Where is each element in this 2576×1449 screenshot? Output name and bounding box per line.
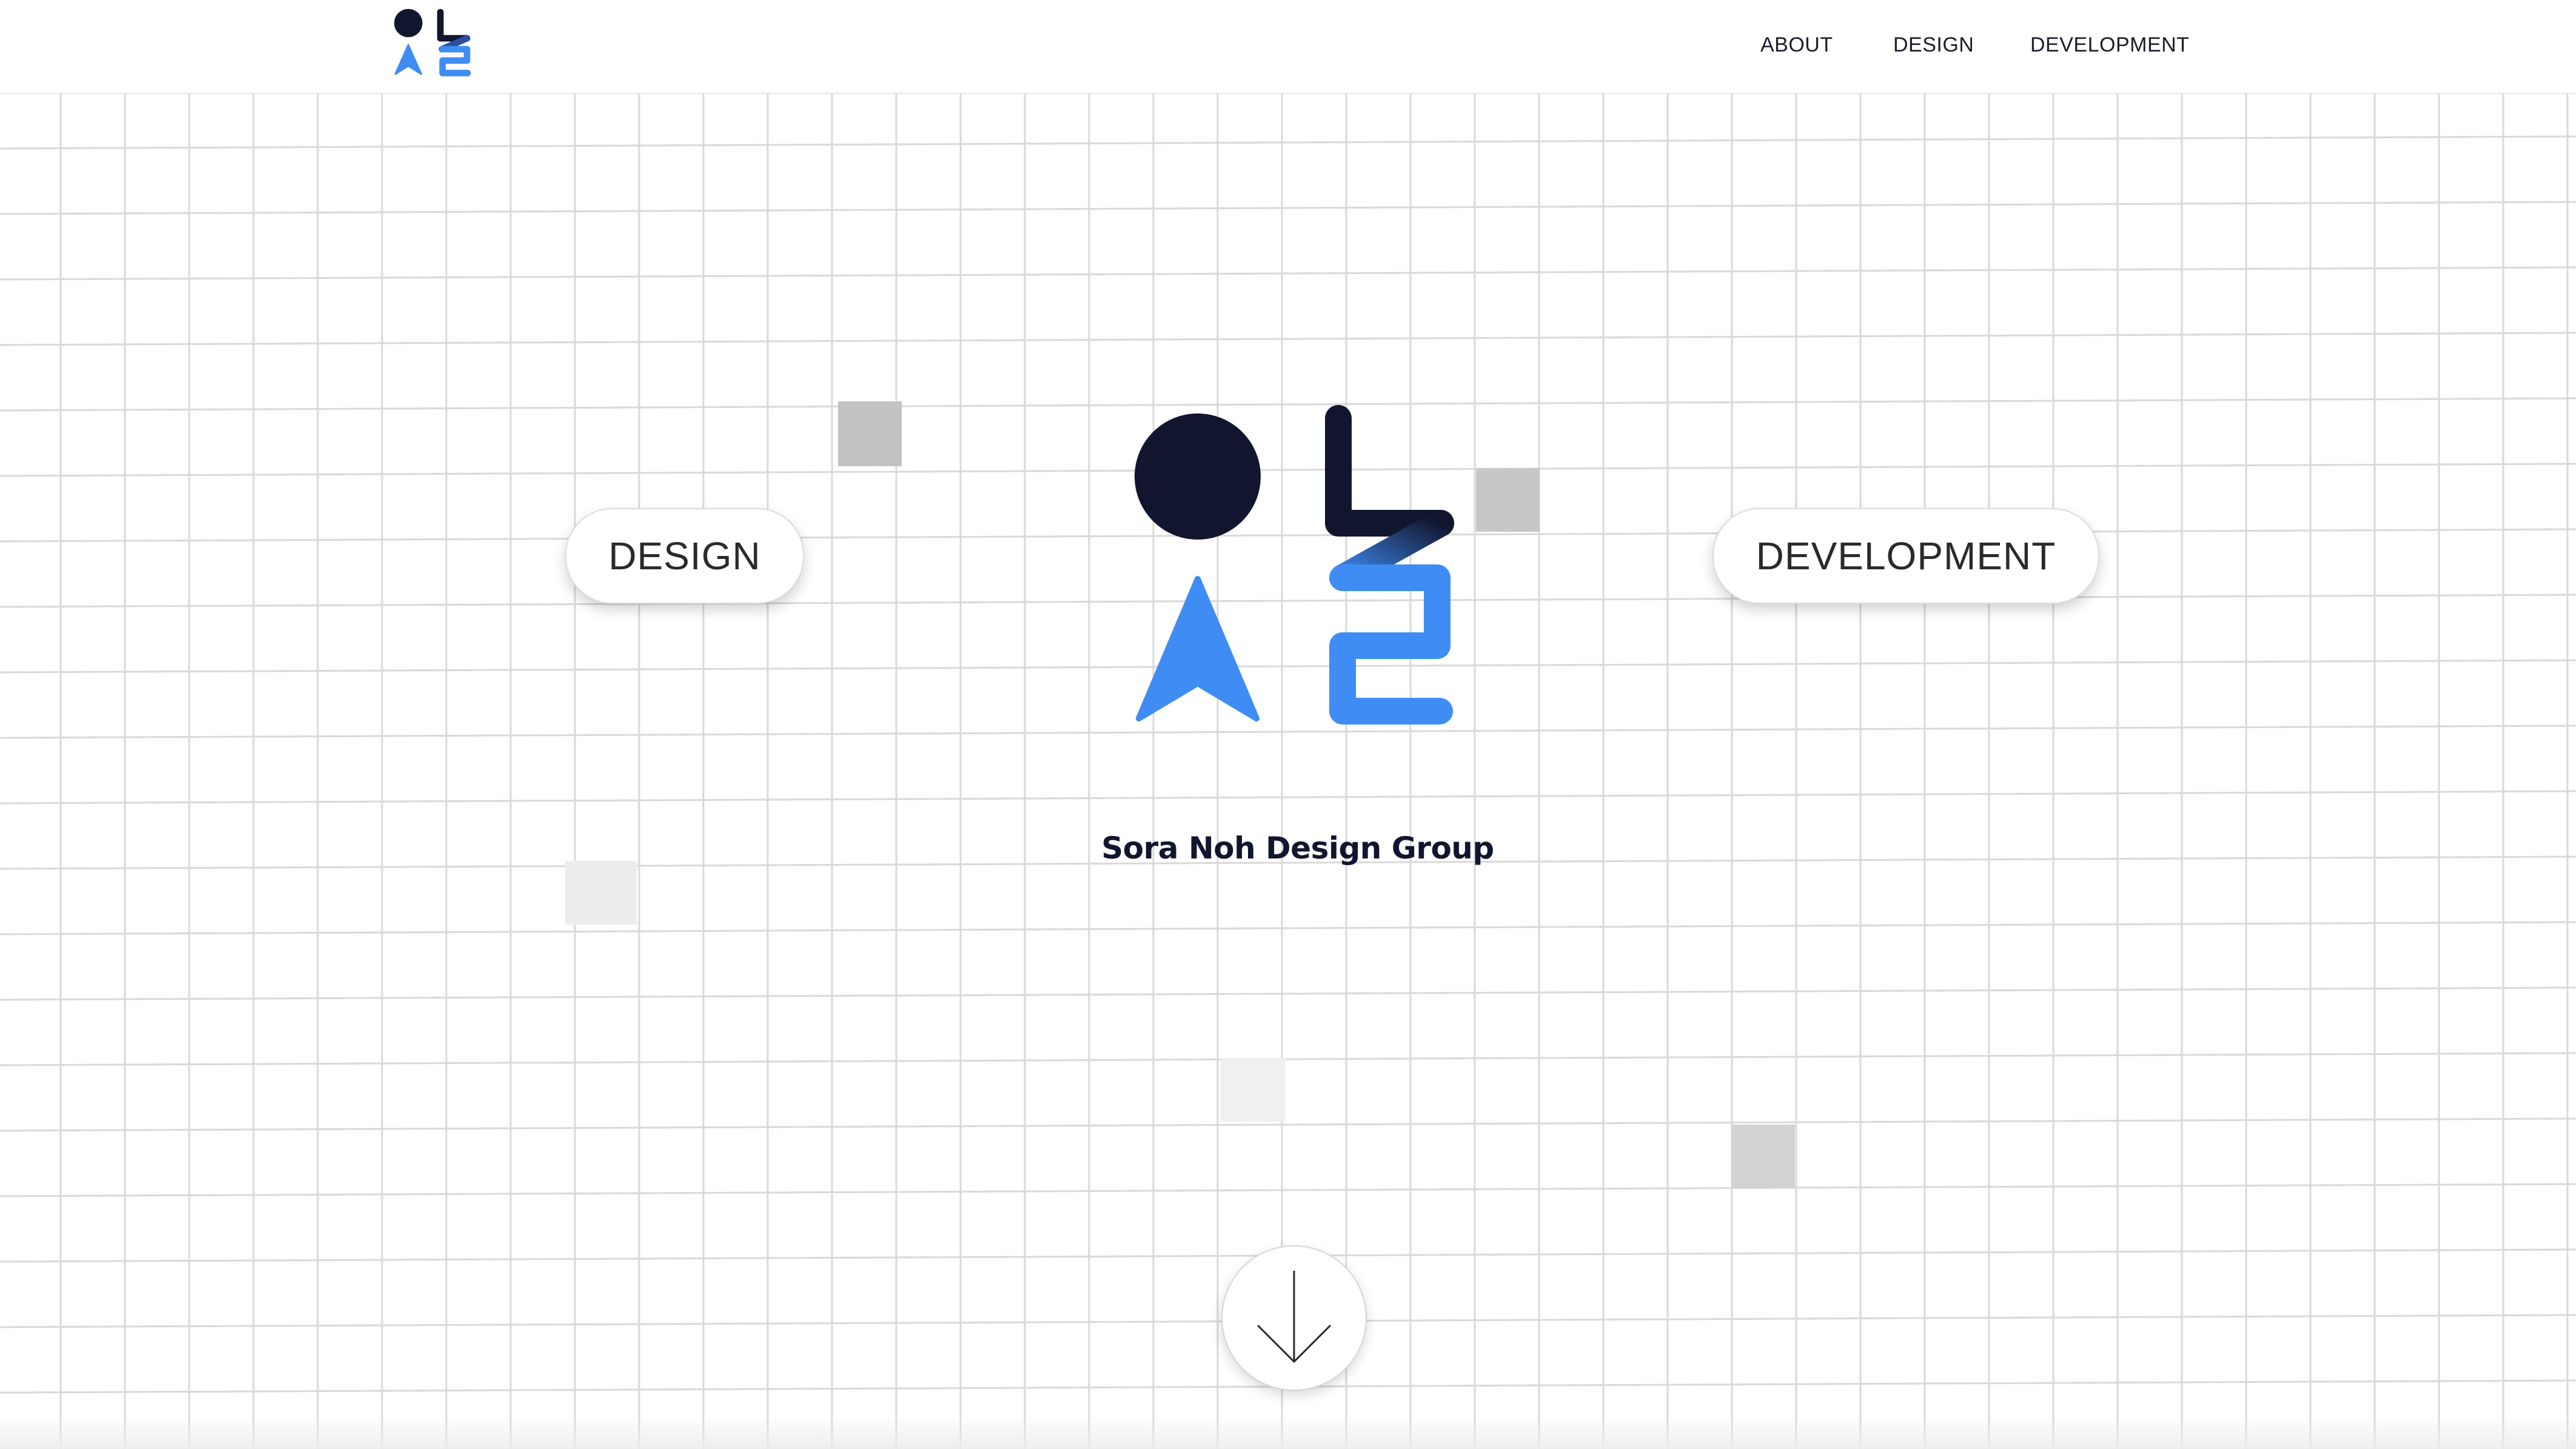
- grid-tile: [1476, 468, 1540, 532]
- nav-development[interactable]: DEVELOPMENT: [2030, 33, 2189, 57]
- nav-about[interactable]: ABOUT: [1760, 33, 1833, 57]
- grid-line: [0, 921, 2576, 935]
- development-button[interactable]: DEVELOPMENT: [1712, 508, 2099, 604]
- arrow-down-icon: [1256, 1271, 1332, 1364]
- grid-line: [0, 135, 2576, 150]
- grid-line: [0, 266, 2576, 281]
- design-button[interactable]: DESIGN: [565, 508, 804, 604]
- grid-line: [0, 724, 2576, 739]
- grid-line: [0, 1183, 2576, 1197]
- grid-line: [0, 1117, 2576, 1132]
- grid-tile: [1731, 1125, 1795, 1188]
- grid-line: [0, 1052, 2576, 1066]
- header: ABOUT DESIGN DEVELOPMENT: [0, 0, 2576, 94]
- nav-design[interactable]: DESIGN: [1893, 33, 1974, 57]
- olaz-logo-icon: [1135, 405, 1454, 724]
- grid-line: [0, 986, 2576, 1001]
- grid-line: [0, 790, 2576, 805]
- grid-tile: [565, 861, 637, 925]
- grid-tile: [838, 401, 902, 466]
- olaz-logo-icon[interactable]: [394, 8, 473, 80]
- scroll-down-button[interactable]: [1221, 1245, 1367, 1391]
- page: ABOUT DESIGN DEVELOPMENT Sora Noh Design…: [0, 0, 2576, 1449]
- bottom-fade: [0, 1416, 2576, 1449]
- grid-line: [0, 332, 2576, 346]
- grid-line: [0, 201, 2576, 215]
- tagline: Sora Noh Design Group: [1101, 831, 1494, 866]
- grid-tile: [1221, 1058, 1286, 1122]
